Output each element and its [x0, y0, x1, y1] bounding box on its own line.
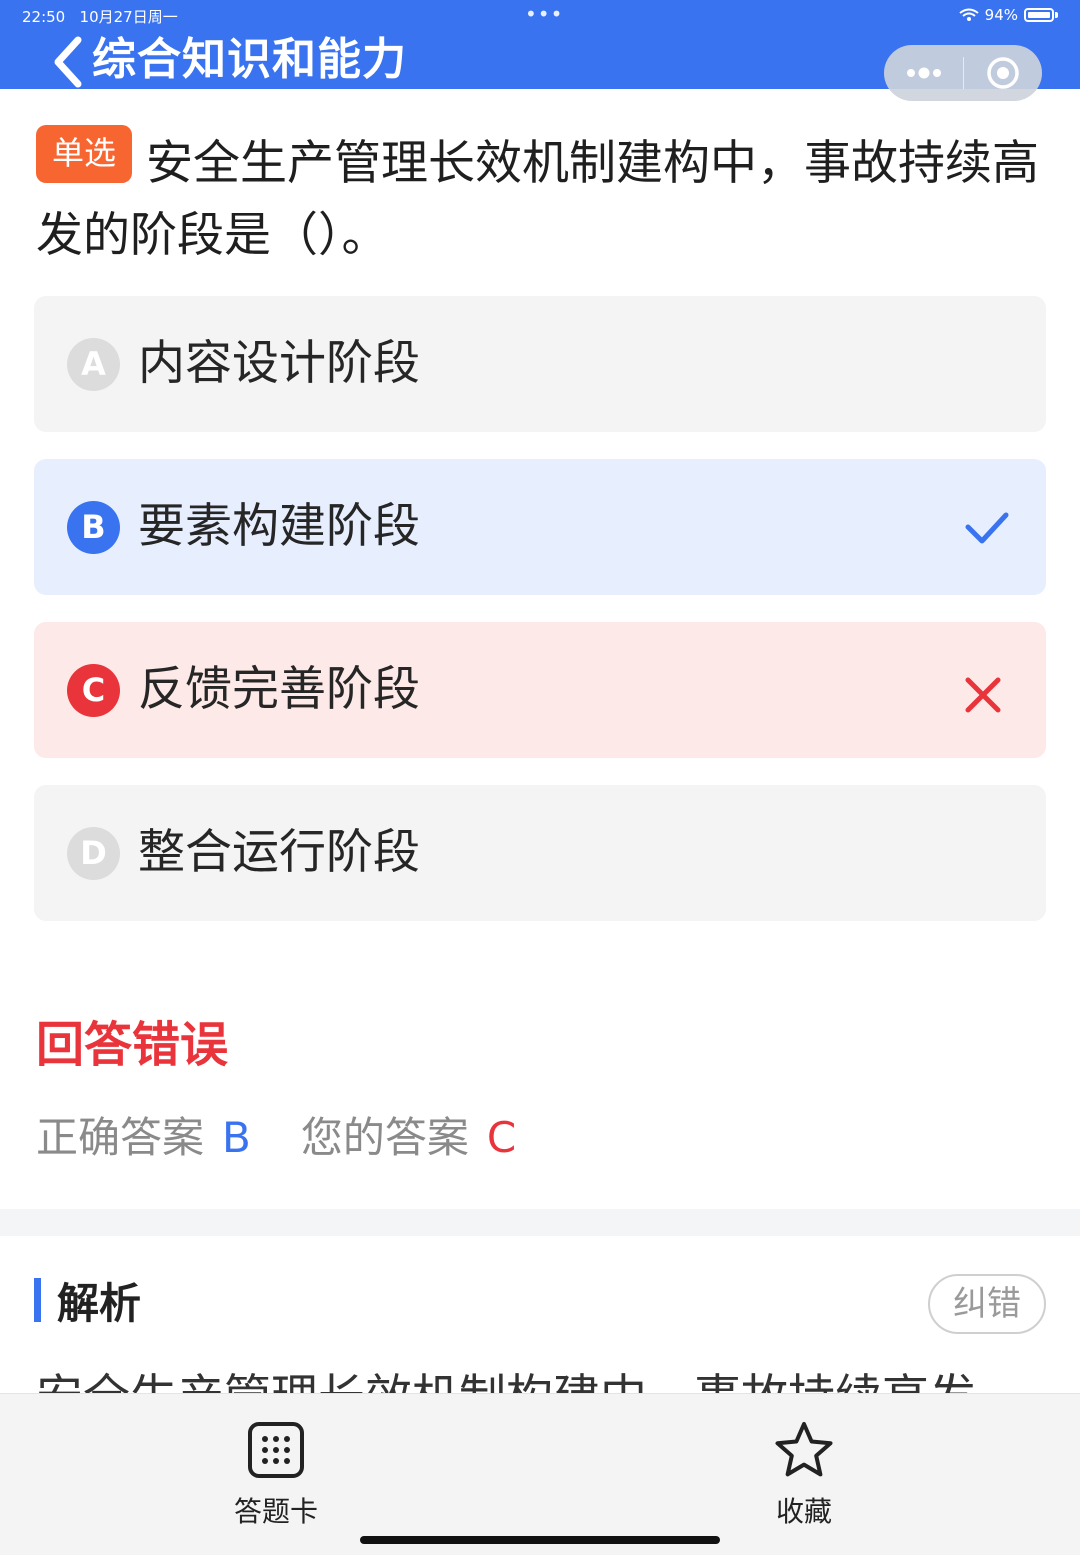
question-text: 安全生产管理长效机制建构中，事故持续高发的阶段是（）。	[36, 136, 1040, 263]
answer-summary: 正确答案 B 您的答案 C	[36, 1108, 516, 1168]
battery-icon	[1024, 8, 1054, 22]
check-icon	[965, 512, 1009, 544]
my-answer-value: C	[486, 1113, 517, 1162]
status-date: 10月27日周一	[79, 8, 178, 26]
option-d[interactable]: D 整合运行阶段	[34, 785, 1046, 921]
report-error-button[interactable]: 纠错	[928, 1274, 1046, 1334]
top-navigation-bar: 22:50 10月27日周一 ••• 94% 综合知识和能力	[0, 0, 1080, 101]
section-separator	[0, 1209, 1080, 1236]
section-accent-bar	[34, 1278, 41, 1322]
status-time: 22:50 10月27日周一	[22, 6, 178, 27]
option-text: 要素构建阶段	[138, 499, 420, 554]
analysis-header: 解析	[34, 1272, 141, 1328]
option-a[interactable]: A 内容设计阶段	[34, 296, 1046, 432]
battery-percent: 94%	[984, 6, 1018, 24]
option-text: 整合运行阶段	[138, 825, 420, 880]
page-title: 综合知识和能力	[92, 34, 407, 85]
correct-answer-label: 正确答案	[36, 1113, 205, 1162]
cross-icon	[965, 677, 1001, 713]
more-dots-icon	[906, 67, 941, 79]
option-letter: D	[67, 827, 120, 880]
option-b[interactable]: B 要素构建阶段	[34, 459, 1046, 595]
status-center-dots: •••	[525, 2, 564, 26]
favorite-button[interactable]: 收藏	[734, 1420, 874, 1530]
wifi-icon	[959, 8, 979, 21]
my-answer-label: 您的答案	[300, 1113, 469, 1162]
correct-answer-value: B	[222, 1113, 251, 1162]
question-stem: 单选 安全生产管理长效机制建构中，事故持续高发的阶段是（）。	[36, 125, 1048, 272]
more-button[interactable]	[884, 45, 963, 101]
answer-card-label: 答题卡	[233, 1495, 318, 1528]
mini-program-capsule	[884, 45, 1042, 101]
question-type-tag: 单选	[36, 125, 133, 183]
close-mini-program-button[interactable]	[964, 45, 1042, 101]
star-icon	[775, 1422, 833, 1477]
option-text: 内容设计阶段	[138, 336, 420, 391]
target-circle-icon	[987, 57, 1019, 89]
analysis-title: 解析	[57, 1278, 142, 1328]
option-letter: C	[67, 664, 120, 717]
answer-card-button[interactable]: 答题卡	[206, 1420, 346, 1530]
option-letter: A	[67, 338, 120, 391]
status-right: 94%	[959, 6, 1058, 24]
bottom-toolbar: 答题卡 收藏	[0, 1393, 1080, 1555]
option-c[interactable]: C 反馈完善阶段	[34, 622, 1046, 758]
option-text: 反馈完善阶段	[138, 662, 420, 717]
home-indicator[interactable]	[360, 1536, 720, 1544]
battery-tip	[1055, 12, 1058, 18]
grid-card-icon	[248, 1422, 304, 1478]
status-clock: 22:50	[22, 8, 66, 26]
option-letter: B	[67, 501, 120, 554]
analysis-text: 安全生产管理长效机制构建中，事故持续高发	[36, 1366, 1056, 1393]
back-chevron-icon[interactable]	[48, 34, 88, 88]
result-status: 回答错误	[36, 1017, 229, 1073]
favorite-label: 收藏	[775, 1495, 832, 1528]
